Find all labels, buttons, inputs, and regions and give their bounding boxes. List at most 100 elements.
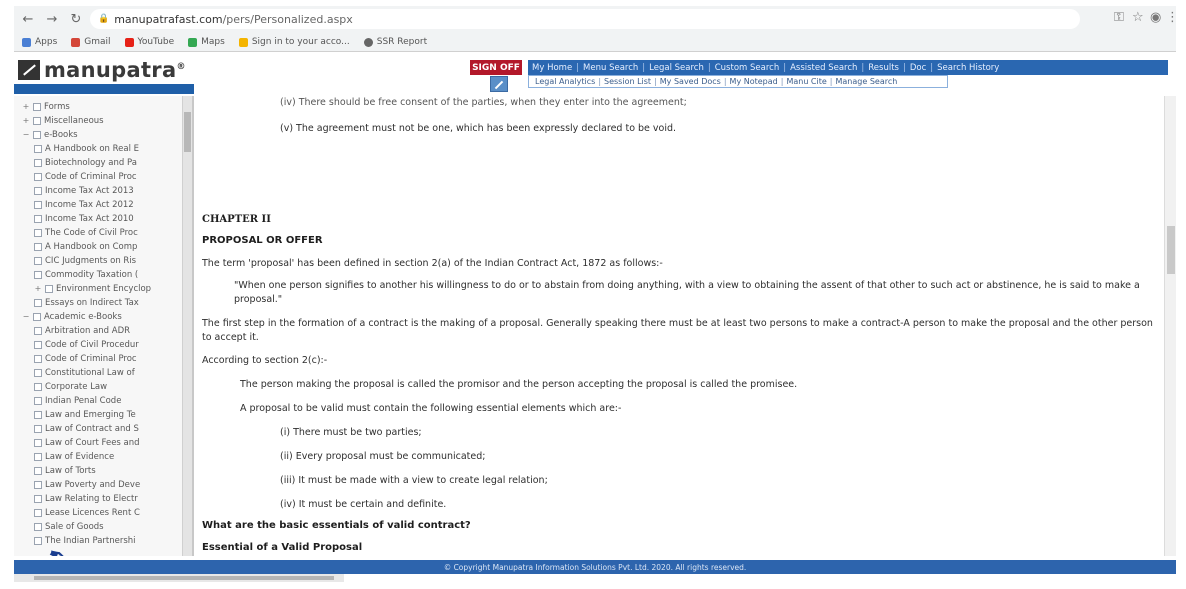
tree-checkbox[interactable] [34,256,42,265]
tree-item[interactable]: Law of Court Fees and [34,436,192,449]
tree-item[interactable]: − Academic e-Books [22,310,190,323]
nav-menu-search[interactable]: Menu Search [583,63,638,73]
tree-item[interactable]: Code of Criminal Proc [34,352,192,365]
tree-item[interactable]: + Forms [22,100,190,113]
tree-item[interactable]: Constitutional Law of [34,366,192,379]
document-scroll-thumb[interactable] [1167,226,1175,274]
horizontal-scrollbar[interactable] [14,574,344,582]
nav-results[interactable]: Results [868,63,899,73]
tree-checkbox[interactable] [34,438,42,447]
tree-item[interactable]: The Code of Civil Proc [34,226,192,239]
bookmark-maps[interactable]: Maps [188,37,225,47]
tree-checkbox[interactable] [34,228,42,237]
tree-checkbox[interactable] [33,312,41,321]
tree-checkbox[interactable] [34,494,42,503]
tree-checkbox[interactable] [33,130,41,139]
tree-scrollbar[interactable] [182,96,192,556]
tree-checkbox[interactable] [34,368,42,377]
expand-toggle-icon[interactable]: − [22,130,30,139]
bookmark-youtube[interactable]: YouTube [124,37,174,47]
nav-my-home[interactable]: My Home [532,63,572,73]
tree-checkbox[interactable] [34,242,42,251]
tree-item[interactable]: Income Tax Act 2010 [34,212,192,225]
nav-assisted-search[interactable]: Assisted Search [790,63,857,73]
tree-checkbox[interactable] [34,298,42,307]
document-scrollbar[interactable] [1164,96,1176,556]
subnav-manu-cite[interactable]: Manu Cite [786,77,826,86]
tree-item[interactable]: + Environment Encyclop [34,282,192,295]
tree-checkbox[interactable] [34,172,42,181]
expand-toggle-icon[interactable]: + [22,116,30,125]
tree-checkbox[interactable] [34,466,42,475]
tree-checkbox[interactable] [34,382,42,391]
tree-checkbox[interactable] [34,270,42,279]
tree-item[interactable]: Law of Torts [34,464,192,477]
manupatra-logo[interactable]: manupatra® [18,58,186,82]
tree-item[interactable]: Law Poverty and Deve [34,478,192,491]
tree-checkbox[interactable] [34,424,42,433]
address-bar[interactable]: 🔒 manupatrafast.com /pers/Personalized.a… [90,9,1080,29]
tree-item[interactable]: Lease Licences Rent C [34,506,192,519]
tree-checkbox[interactable] [34,186,42,195]
tree-item[interactable]: Code of Civil Procedur [34,338,192,351]
tree-checkbox[interactable] [45,284,53,293]
reload-icon[interactable]: ↻ [66,9,86,29]
tree-checkbox[interactable] [34,354,42,363]
bookmark-ssr-report[interactable]: SSR Report [363,37,427,47]
tree-item[interactable]: Law of Contract and S [34,422,192,435]
expand-toggle-icon[interactable]: + [22,102,30,111]
tree-checkbox[interactable] [34,522,42,531]
tree-checkbox[interactable] [34,410,42,419]
nav-custom-search[interactable]: Custom Search [715,63,779,73]
star-icon[interactable]: ☆ [1132,10,1144,25]
tree-item[interactable]: Corporate Law [34,380,192,393]
tree-checkbox[interactable] [33,102,41,111]
tree-checkbox[interactable] [34,452,42,461]
bookmark-signin[interactable]: Sign in to your acco... [238,37,350,47]
expand-toggle-icon[interactable]: − [22,312,30,321]
tree-item[interactable]: + Miscellaneous [22,114,190,127]
bookmark-gmail[interactable]: Gmail [71,37,111,47]
tree-item[interactable]: Essays on Indirect Tax [34,296,192,309]
tree-item[interactable]: Indian Penal Code [34,394,192,407]
tree-checkbox[interactable] [34,158,42,167]
tree-item[interactable]: Commodity Taxation ( [34,268,192,281]
tree-item[interactable]: Income Tax Act 2013 [34,184,192,197]
tree-checkbox[interactable] [34,396,42,405]
subnav-manage-search[interactable]: Manage Search [836,77,898,86]
tree-item[interactable]: − e-Books [22,128,190,141]
tree-checkbox[interactable] [34,508,42,517]
back-icon[interactable]: ← [18,9,38,29]
tree-item[interactable]: Law of Evidence [34,450,192,463]
tree-item[interactable]: Biotechnology and Pa [34,156,192,169]
tree-checkbox[interactable] [34,326,42,335]
tree-item[interactable]: CIC Judgments on Ris [34,254,192,267]
subnav-my-saved-docs[interactable]: My Saved Docs [660,77,721,86]
expand-toggle-icon[interactable]: + [34,284,42,293]
tree-item[interactable]: Arbitration and ADR [34,324,192,337]
subnav-my-notepad[interactable]: My Notepad [730,77,778,86]
bookmark-apps[interactable]: Apps [22,37,57,47]
tree-item[interactable]: A Handbook on Real E [34,142,192,155]
key-icon[interactable]: ⚿ [1114,10,1124,25]
tools-icon[interactable] [490,76,508,92]
tree-checkbox[interactable] [33,116,41,125]
nav-search-history[interactable]: Search History [937,63,999,73]
horizontal-scroll-thumb[interactable] [34,576,334,580]
tree-checkbox[interactable] [34,214,42,223]
subnav-session-list[interactable]: Session List [604,77,651,86]
account-icon[interactable]: ◉ [1150,10,1161,25]
tree-item[interactable]: Law Relating to Electr [34,492,192,505]
tree-checkbox[interactable] [34,200,42,209]
sign-off-button[interactable]: SIGN OFF [470,60,522,75]
tree-item[interactable]: A Handbook on Comp [34,240,192,253]
tree-item[interactable]: Sale of Goods [34,520,192,533]
tree-scroll-thumb[interactable] [184,112,191,152]
tree-item[interactable]: Law and Emerging Te [34,408,192,421]
tree-checkbox[interactable] [34,480,42,489]
nav-legal-search[interactable]: Legal Search [649,63,704,73]
tree-checkbox[interactable] [34,144,42,153]
nav-doc[interactable]: Doc [910,63,926,73]
subnav-legal-analytics[interactable]: Legal Analytics [535,77,595,86]
tree-checkbox[interactable] [34,340,42,349]
